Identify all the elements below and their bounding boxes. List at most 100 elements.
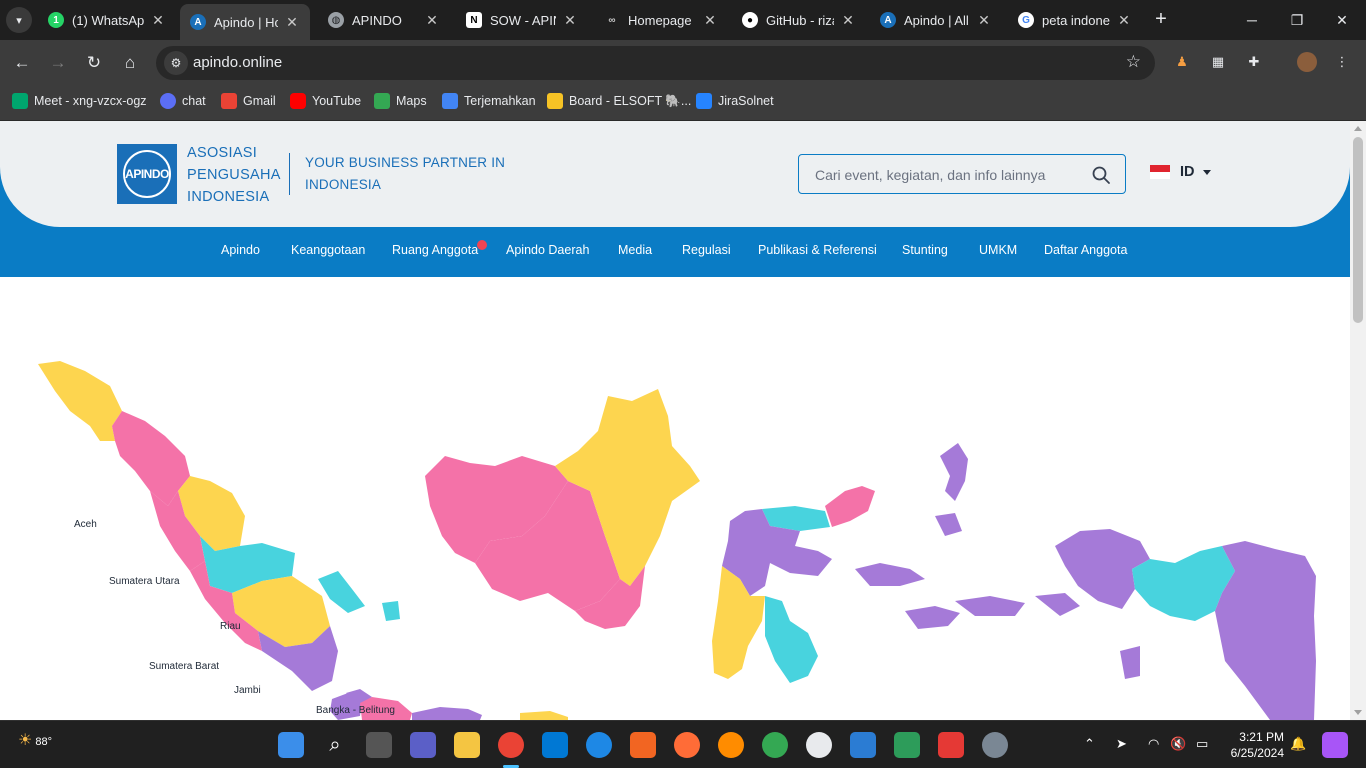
label-aceh: Aceh xyxy=(74,519,97,530)
chrome-profile-icon[interactable] xyxy=(762,732,788,758)
speaker-muted-icon[interactable]: 🔇 xyxy=(1170,736,1186,752)
file-explorer-icon[interactable] xyxy=(454,732,480,758)
wifi-icon[interactable]: ◠ xyxy=(1148,736,1159,752)
app-blue-icon[interactable] xyxy=(850,732,876,758)
label-sumatera-utara: Sumatera Utara xyxy=(109,576,180,587)
region-sulawesi-utara[interactable] xyxy=(825,486,875,527)
bookmark-jirasolnet[interactable]: JiraSolnet xyxy=(696,93,774,109)
wps-office-icon[interactable] xyxy=(938,732,964,758)
app-white-icon[interactable] xyxy=(806,732,832,758)
region-sulawesi-tenggara[interactable] xyxy=(765,596,818,683)
region-maluku-utara[interactable] xyxy=(935,443,968,536)
site-search xyxy=(798,154,1126,194)
close-tab-icon[interactable]: ✕ xyxy=(840,12,856,29)
bookmark-maps[interactable]: Maps xyxy=(374,93,427,109)
bookmark-star-icon[interactable]: ☆ xyxy=(1126,52,1141,72)
close-tab-icon[interactable]: ✕ xyxy=(702,12,718,29)
reload-button[interactable]: ↻ xyxy=(82,51,106,75)
nav-apindo-daerah[interactable]: Apindo Daerah xyxy=(506,243,589,257)
notification-bell-icon[interactable]: 🔔 xyxy=(1290,736,1306,752)
search-input[interactable] xyxy=(815,164,1085,186)
forward-button[interactable]: → xyxy=(46,51,70,75)
menu-dots-icon[interactable]: ⋮ xyxy=(1332,52,1352,72)
tab-peta-indonesia[interactable]: G peta indonesia ✕ xyxy=(1008,4,1142,36)
meet-icon xyxy=(12,93,28,109)
bookmark-board-elsoft[interactable]: Board - ELSOFT 🐘... xyxy=(547,93,691,109)
scroll-thumb[interactable] xyxy=(1353,137,1363,323)
tray-chevron-up-icon[interactable]: ⌃ xyxy=(1084,736,1095,752)
page-scrollbar[interactable] xyxy=(1350,121,1366,720)
xampp-icon[interactable] xyxy=(630,732,656,758)
tab-apindo-all[interactable]: A Apindo | All ✕ xyxy=(870,4,1002,36)
tab-apindo[interactable]: ◍ APINDO ✕ xyxy=(318,4,450,36)
bookmark-meet[interactable]: Meet - xng-vzcx-ogz xyxy=(12,93,147,109)
tab-whatsapp[interactable]: 1 (1) WhatsApp ✕ xyxy=(38,4,176,36)
close-tab-icon[interactable]: ✕ xyxy=(150,12,166,29)
extension-icon[interactable]: ♟ xyxy=(1172,52,1192,72)
back-button[interactable]: ← xyxy=(10,51,34,75)
address-bar[interactable]: ⚙ apindo.online ☆ xyxy=(156,46,1155,80)
start-icon[interactable] xyxy=(278,732,304,758)
profile-avatar[interactable] xyxy=(1297,52,1317,72)
nav-daftar-anggota[interactable]: Daftar Anggota xyxy=(1044,243,1127,257)
new-tab-button[interactable]: + xyxy=(1150,8,1172,30)
weather-widget[interactable]: ☀ 88° xyxy=(18,730,52,750)
nav-stunting[interactable]: Stunting xyxy=(902,243,948,257)
home-button[interactable]: ⌂ xyxy=(118,51,142,75)
search-icon[interactable] xyxy=(1091,165,1111,185)
sourcetree-icon[interactable] xyxy=(894,732,920,758)
tab-search-button[interactable]: ▾ xyxy=(6,7,32,33)
scroll-up-arrow-icon[interactable] xyxy=(1354,126,1362,131)
nav-umkm[interactable]: UMKM xyxy=(979,243,1017,257)
tab-github[interactable]: ● GitHub - riza ✕ xyxy=(732,4,866,36)
app-fork-icon[interactable] xyxy=(586,732,612,758)
copilot-icon[interactable] xyxy=(1322,732,1348,758)
settings-icon[interactable] xyxy=(982,732,1008,758)
region-aceh[interactable] xyxy=(38,361,122,441)
nav-apindo[interactable]: Apindo xyxy=(221,243,260,257)
teams-icon[interactable] xyxy=(410,732,436,758)
tab-homepage[interactable]: ∞ Homepage ✕ xyxy=(594,4,728,36)
region-bangka-belitung[interactable] xyxy=(318,571,400,621)
location-icon[interactable]: ➤ xyxy=(1116,736,1127,752)
site-info-icon[interactable]: ⚙ xyxy=(164,51,188,75)
postman-icon[interactable] xyxy=(674,732,700,758)
scroll-down-arrow-icon[interactable] xyxy=(1354,710,1362,715)
close-tab-icon[interactable]: ✕ xyxy=(562,12,578,29)
nav-publikasi[interactable]: Publikasi & Referensi xyxy=(758,243,877,257)
weather-icon: ☀ xyxy=(18,732,33,749)
qr-code-icon[interactable]: ▦ xyxy=(1208,52,1228,72)
battery-icon[interactable]: ▭ xyxy=(1196,736,1208,752)
extensions-puzzle-icon[interactable]: ✚ xyxy=(1244,52,1264,72)
tab-sow[interactable]: N SOW - APINDO ✕ xyxy=(456,4,588,36)
nav-ruang-anggota[interactable]: Ruang Anggota xyxy=(392,243,478,257)
search-taskbar-icon[interactable]: ⌕ xyxy=(322,732,348,758)
logo-wordmark[interactable]: ASOSIASI PENGUSAHA INDONESIA xyxy=(187,142,281,208)
vscode-icon[interactable] xyxy=(542,732,568,758)
apindo-logo[interactable]: APINDO xyxy=(117,144,177,204)
close-tab-icon[interactable]: ✕ xyxy=(424,12,440,29)
app-orange-icon[interactable] xyxy=(718,732,744,758)
minimize-button[interactable]: ─ xyxy=(1238,8,1266,32)
close-tab-icon[interactable]: ✕ xyxy=(976,12,992,29)
close-window-button[interactable]: ✕ xyxy=(1328,8,1356,32)
close-tab-icon[interactable]: ✕ xyxy=(1116,12,1132,29)
nav-regulasi[interactable]: Regulasi xyxy=(682,243,731,257)
url-text[interactable]: apindo.online xyxy=(193,54,282,71)
bookmark-gmail[interactable]: Gmail xyxy=(221,93,276,109)
nav-media[interactable]: Media xyxy=(618,243,652,257)
restore-button[interactable]: ❐ xyxy=(1283,8,1311,32)
task-view-icon[interactable] xyxy=(366,732,392,758)
region-jawa-tengah[interactable] xyxy=(412,707,482,720)
close-tab-icon[interactable]: ✕ xyxy=(284,14,300,31)
bookmark-youtube[interactable]: YouTube xyxy=(290,93,361,109)
region-jawa-timur[interactable] xyxy=(520,711,568,720)
bookmark-chat[interactable]: chat xyxy=(160,93,206,109)
chrome-icon[interactable] xyxy=(498,732,524,758)
tab-apindo-home[interactable]: A Apindo | Home ✕ xyxy=(180,4,310,40)
github-icon: ● xyxy=(742,12,758,28)
language-selector[interactable]: ID xyxy=(1150,164,1211,180)
system-clock[interactable]: 3:21 PM 6/25/2024 xyxy=(1226,729,1284,761)
bookmark-translate[interactable]: Terjemahkan xyxy=(442,93,536,109)
nav-keanggotaan[interactable]: Keanggotaan xyxy=(291,243,365,257)
